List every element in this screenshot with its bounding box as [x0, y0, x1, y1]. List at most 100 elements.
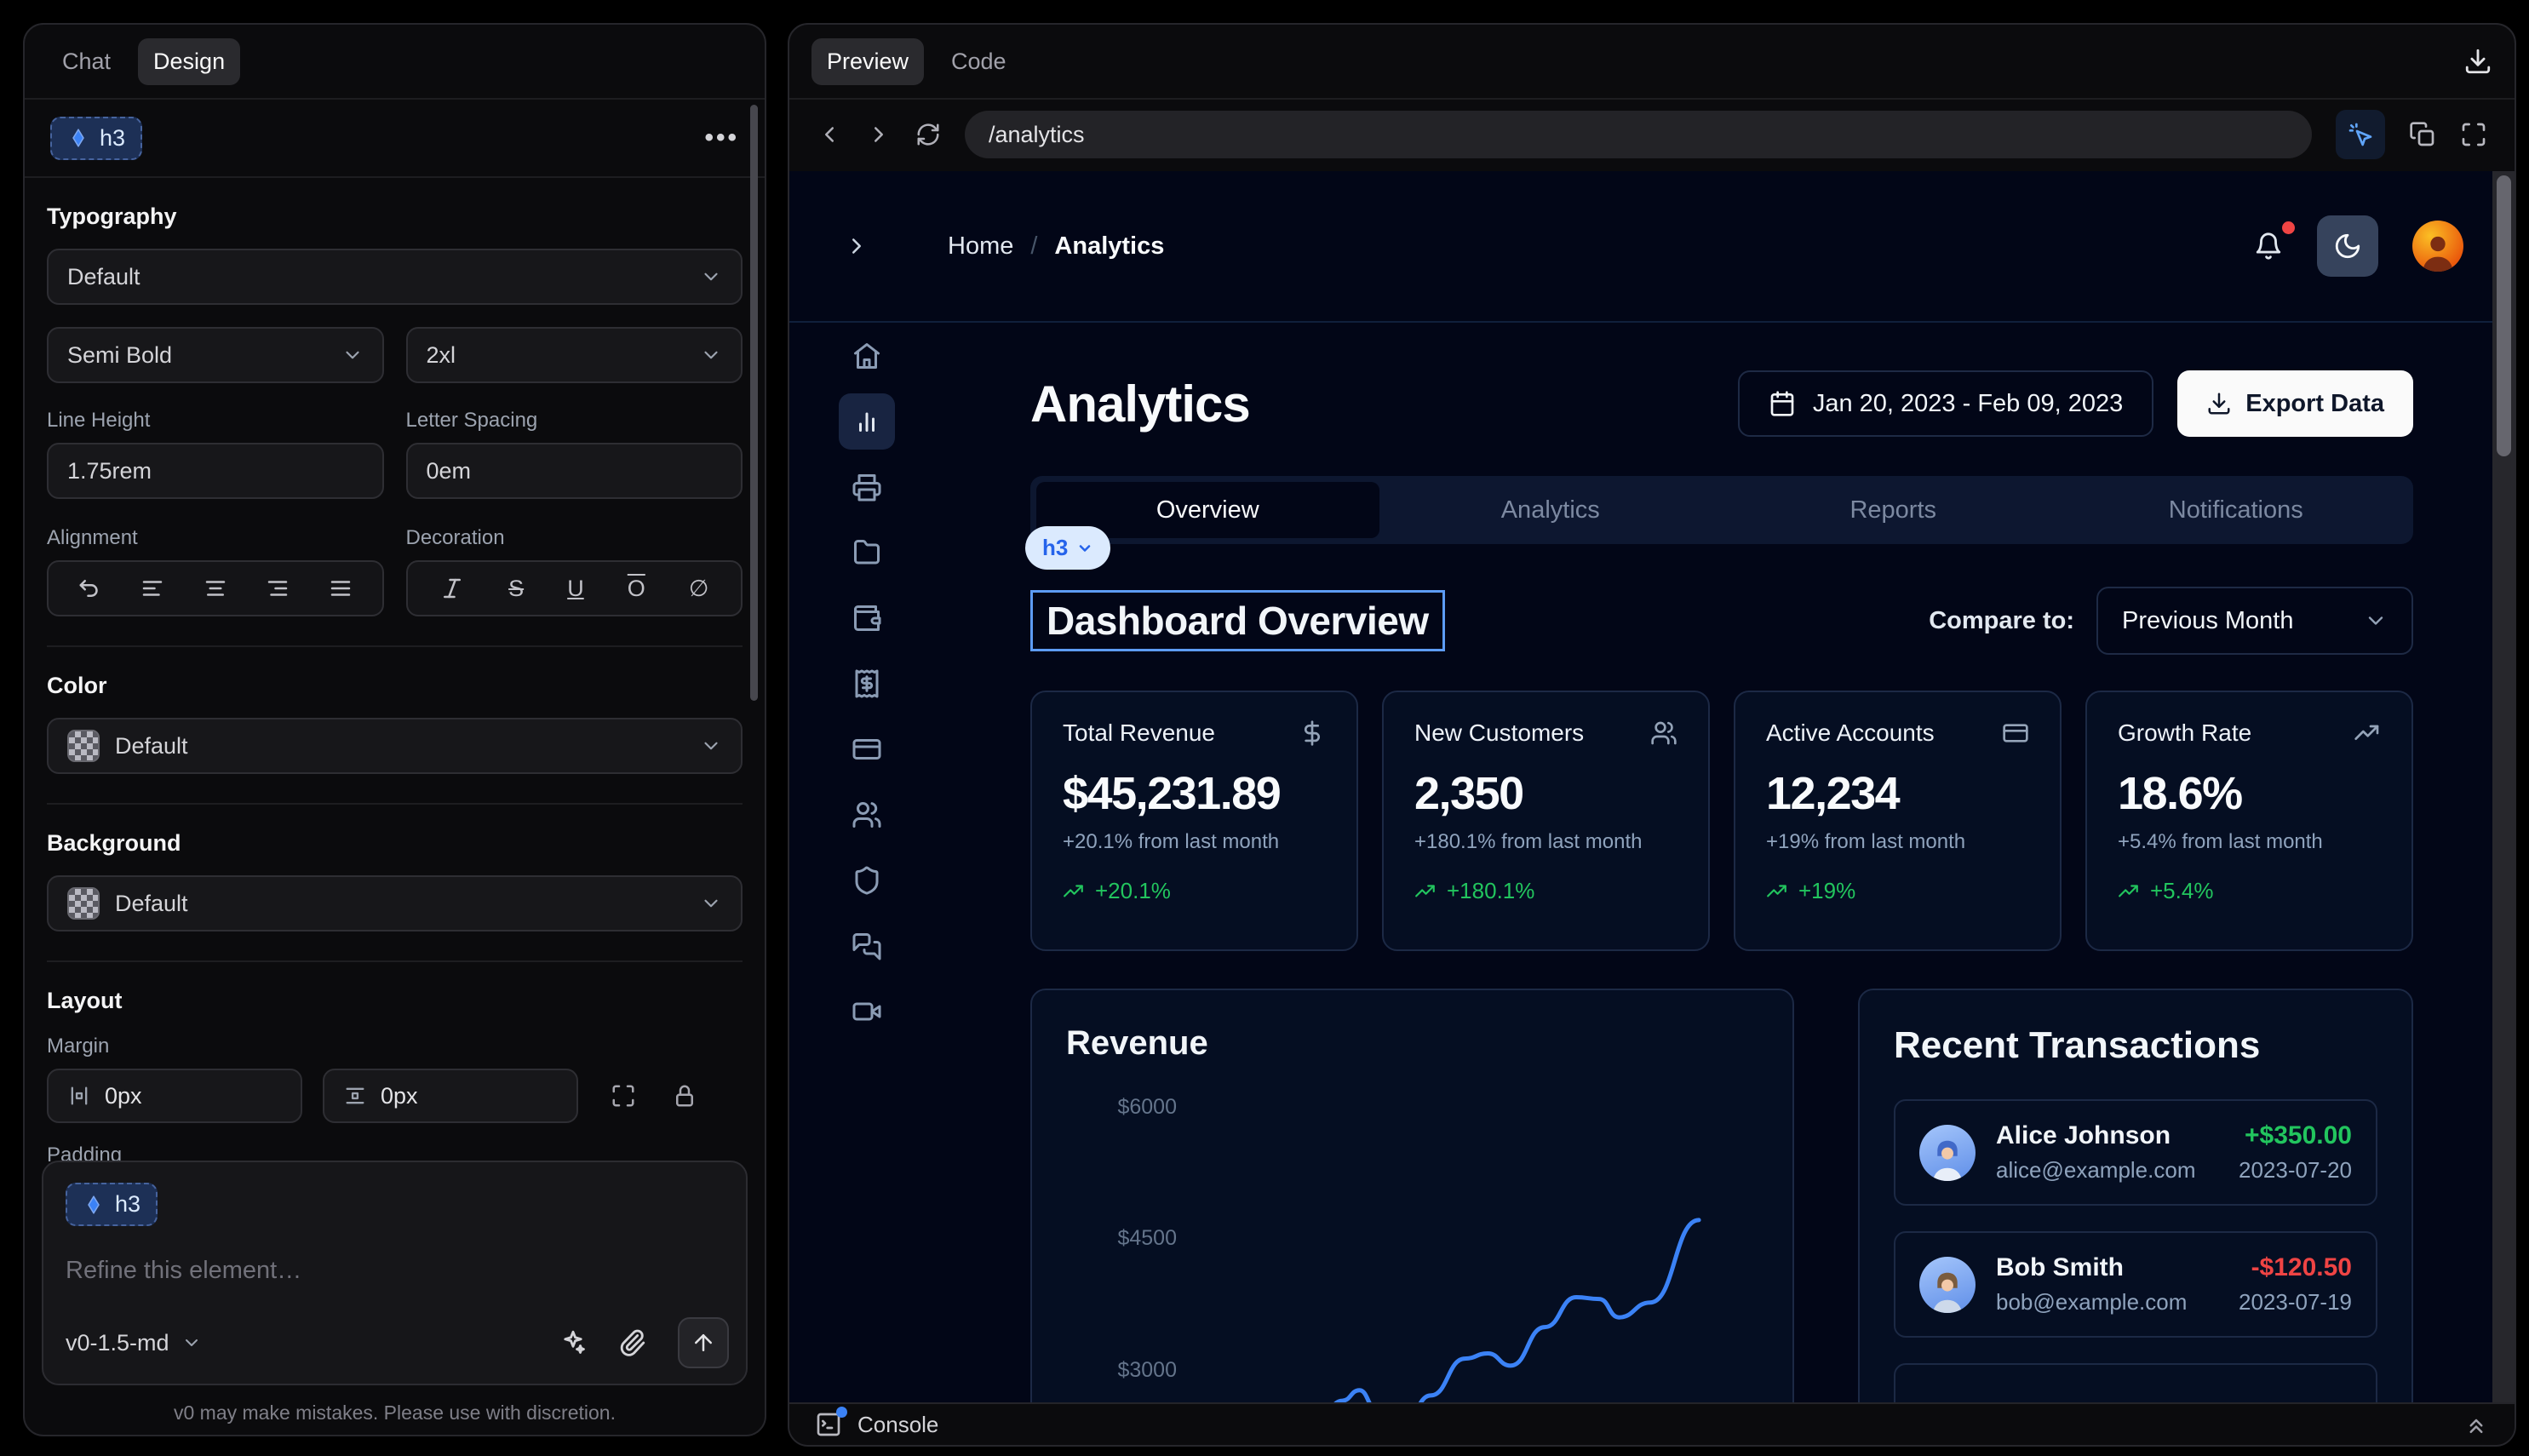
align-left-icon[interactable] [140, 576, 165, 601]
expand-icon[interactable] [611, 1083, 636, 1109]
margin-y-input[interactable]: 0px [323, 1069, 578, 1123]
line-height-input[interactable]: 1.75rem [47, 443, 384, 499]
transaction-amount: +$350.00 [2239, 1121, 2352, 1150]
tab-preview[interactable]: Preview [811, 38, 924, 85]
wallet-icon [852, 603, 882, 633]
transaction-row[interactable] [1894, 1363, 2377, 1402]
line-height-value: 1.75rem [67, 458, 152, 484]
download-icon[interactable] [2463, 47, 2492, 76]
stat-card-total-revenue[interactable]: Total Revenue $45,231.89 +20.1% from las… [1030, 691, 1358, 951]
background-select[interactable]: Default [47, 875, 743, 931]
date-range-button[interactable]: Jan 20, 2023 - Feb 09, 2023 [1738, 370, 2153, 437]
model-select[interactable]: v0-1.5-md [66, 1330, 202, 1356]
selected-element-outline[interactable]: Dashboard Overview [1030, 590, 1445, 651]
margin-x-input[interactable]: 0px [47, 1069, 302, 1123]
sidebar-item-wallet[interactable] [839, 590, 895, 646]
clear-format-icon[interactable]: ∅ [689, 576, 709, 602]
element-tag-badge[interactable]: h3 [1025, 526, 1110, 570]
font-weight-select[interactable]: Semi Bold [47, 327, 384, 383]
stat-card-growth-rate[interactable]: Growth Rate 18.6% +5.4% from last month … [2085, 691, 2413, 951]
lock-icon[interactable] [672, 1083, 697, 1109]
chevron-right-icon[interactable] [844, 233, 869, 259]
compare-label: Compare to: [1929, 607, 2074, 635]
color-section: Color Default [47, 647, 743, 805]
sidebar-item-home[interactable] [839, 328, 895, 384]
tab-code[interactable]: Code [936, 38, 1022, 85]
undo-icon[interactable] [77, 576, 103, 601]
tab-chat[interactable]: Chat [47, 38, 126, 85]
preview-scrollbar[interactable] [2492, 171, 2515, 1402]
letter-spacing-input[interactable]: 0em [406, 443, 743, 499]
sidebar-item-invoices[interactable] [839, 459, 895, 515]
export-data-button[interactable]: Export Data [2177, 370, 2413, 437]
url-input[interactable]: /analytics [965, 111, 2312, 158]
copy-icon[interactable] [2409, 121, 2436, 148]
tab-reports[interactable]: Reports [1722, 482, 2065, 538]
font-family-select[interactable]: Default [47, 249, 743, 305]
margin-y-value: 0px [381, 1083, 418, 1109]
sparkles-icon[interactable] [559, 1328, 588, 1357]
messages-icon [852, 931, 882, 961]
user-avatar[interactable] [2412, 221, 2463, 272]
sidebar-item-cards[interactable] [839, 721, 895, 777]
inspect-cursor-icon[interactable] [2336, 110, 2385, 159]
stat-value: $45,231.89 [1063, 767, 1326, 820]
italic-icon[interactable] [439, 576, 465, 601]
arrow-up-icon [691, 1330, 716, 1356]
stat-cards: Total Revenue $45,231.89 +20.1% from las… [1030, 691, 2413, 951]
preview-scrollbar-thumb[interactable] [2497, 175, 2511, 456]
align-center-icon[interactable] [203, 576, 228, 601]
tab-design[interactable]: Design [138, 38, 240, 85]
margin-row: 0px 0px [47, 1069, 743, 1123]
sidebar-item-analytics[interactable] [839, 393, 895, 450]
sidebar-item-security[interactable] [839, 852, 895, 909]
back-icon[interactable] [817, 122, 842, 147]
align-right-icon[interactable] [265, 576, 290, 601]
refine-composer[interactable]: h3 Refine this element… v0-1.5-md [42, 1161, 748, 1385]
strikethrough-icon[interactable]: S [508, 576, 524, 602]
refresh-icon[interactable] [915, 122, 941, 147]
paperclip-icon[interactable] [618, 1328, 647, 1357]
overline-icon[interactable]: O [628, 576, 645, 602]
stat-card-active-accounts[interactable]: Active Accounts 12,234 +19% from last mo… [1734, 691, 2062, 951]
transaction-date: 2023-07-19 [2239, 1289, 2352, 1316]
console-bar[interactable]: Console [789, 1402, 2515, 1445]
revenue-series-line [1168, 1220, 1699, 1402]
y-tick: $3000 [1117, 1358, 1177, 1382]
selected-element-badge[interactable]: h3 [50, 117, 142, 160]
composer-input[interactable]: Refine this element… [66, 1257, 724, 1285]
ellipsis-icon[interactable]: ••• [704, 123, 739, 152]
forward-icon[interactable] [866, 122, 892, 147]
stat-title: Active Accounts [1766, 719, 1935, 747]
fullscreen-icon[interactable] [2460, 121, 2487, 148]
avatar [1919, 1257, 1976, 1313]
margin-x-icon [67, 1084, 91, 1108]
chevrons-up-icon[interactable] [2463, 1412, 2489, 1437]
font-size-select[interactable]: 2xl [406, 327, 743, 383]
breadcrumb-home[interactable]: Home [948, 232, 1013, 261]
trending-up-icon [1063, 880, 1085, 903]
printer-icon [852, 472, 882, 502]
tab-analytics[interactable]: Analytics [1379, 482, 1723, 538]
composer-element-badge[interactable]: h3 [66, 1183, 158, 1226]
chevron-down-icon [700, 344, 722, 366]
sidebar-item-customers[interactable] [839, 787, 895, 843]
align-justify-icon[interactable] [328, 576, 353, 601]
transaction-row[interactable]: Alice Johnson alice@example.com +$350.00… [1894, 1099, 2377, 1206]
left-panel-scrollbar[interactable] [750, 105, 758, 701]
sidebar-item-video[interactable] [839, 983, 895, 1040]
send-button[interactable] [678, 1317, 729, 1368]
sidebar-item-messages[interactable] [839, 918, 895, 974]
sidebar-item-receipts[interactable] [839, 656, 895, 712]
stat-card-new-customers[interactable]: New Customers 2,350 +180.1% from last mo… [1382, 691, 1710, 951]
sidebar-item-files[interactable] [839, 525, 895, 581]
underline-icon[interactable]: U [567, 576, 584, 602]
breadcrumb-current: Analytics [1054, 232, 1164, 261]
theme-toggle-button[interactable] [2317, 215, 2378, 277]
transaction-row[interactable]: Bob Smith bob@example.com -$120.50 2023-… [1894, 1231, 2377, 1338]
tab-notifications[interactable]: Notifications [2065, 482, 2408, 538]
color-select[interactable]: Default [47, 718, 743, 774]
selected-element-label: h3 [100, 125, 125, 152]
compare-select[interactable]: Previous Month [2096, 587, 2413, 655]
bell-icon[interactable] [2254, 232, 2283, 261]
